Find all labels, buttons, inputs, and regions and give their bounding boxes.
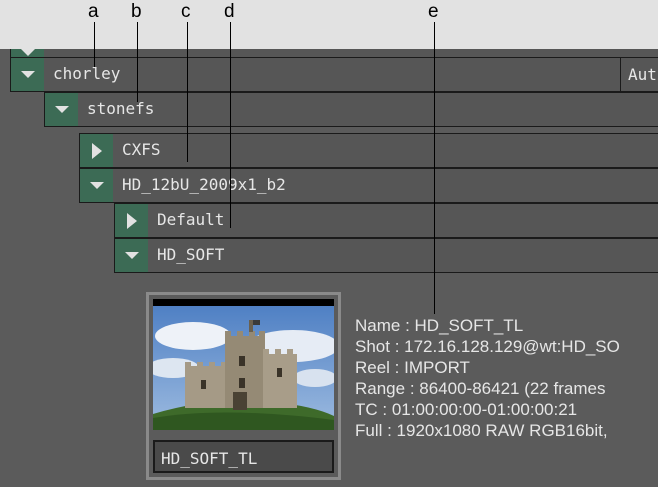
- library-browser: chorley Aut stonefs CXFS HD_12bU_2009x1_…: [0, 49, 658, 487]
- clip-name: HD_SOFT_TL: [161, 449, 258, 468]
- clip-info-name: Name : HD_SOFT_TL: [355, 316, 524, 335]
- clip-info-tc: TC : 01:00:00:00-01:00:00:21: [355, 400, 578, 419]
- clip-info-range: Range : 86400-86421 (22 frames: [355, 379, 606, 398]
- clip-info-panel: Name : HD_SOFT_TL Shot : 172.16.128.129@…: [355, 315, 658, 441]
- collapse-toggle-stonefs[interactable]: [45, 93, 78, 126]
- tree-row-label-default: Default: [157, 210, 225, 229]
- column-value-chorley: Aut: [628, 65, 657, 84]
- tree-row-hdsoft[interactable]: HD_SOFT: [114, 238, 658, 273]
- triangle-down-icon: [54, 106, 69, 113]
- clip-info-shot: Shot : 172.16.128.129@wt:HD_SO: [355, 337, 620, 356]
- thumbnail-bar: [153, 299, 334, 306]
- callout-band: a b c d e: [0, 0, 658, 49]
- tree-row-label-hd12bu: HD_12bU_2009x1_b2: [122, 175, 286, 194]
- tree-row-label-cxfs: CXFS: [122, 140, 161, 159]
- clip-info-full: Full : 1920x1080 RAW RGB16bit,: [355, 421, 608, 440]
- callout-line-c: [187, 22, 188, 162]
- tree-row-hd12bu[interactable]: HD_12bU_2009x1_b2: [79, 168, 658, 203]
- callout-letter-b: b: [131, 1, 142, 22]
- tree-row-cxfs[interactable]: CXFS: [79, 133, 658, 168]
- triangle-down-icon: [20, 71, 35, 78]
- tree-row-default[interactable]: Default: [114, 203, 658, 238]
- triangle-right-icon: [126, 212, 137, 229]
- callout-line-b: [137, 22, 138, 102]
- tree-row-label-stonefs: stonefs: [87, 99, 155, 118]
- clip-name-box[interactable]: HD_SOFT_TL: [153, 440, 334, 473]
- callout-line-e: [434, 22, 435, 314]
- clip-info-reel: Reel : IMPORT: [355, 358, 470, 377]
- collapse-toggle-hdsoft[interactable]: [115, 239, 148, 272]
- expand-toggle-cxfs[interactable]: [80, 134, 113, 167]
- triangle-right-icon: [91, 142, 102, 159]
- callout-letter-c: c: [181, 1, 191, 22]
- expand-toggle-default[interactable]: [115, 204, 148, 237]
- callout-letter-d: d: [224, 1, 235, 22]
- clip-card[interactable]: HD_SOFT_TL: [146, 292, 341, 480]
- callout-line-d: [230, 22, 231, 228]
- castle-thumbnail[interactable]: [153, 306, 334, 430]
- triangle-down-icon: [89, 182, 104, 189]
- tree-row-label-hdsoft: HD_SOFT: [157, 245, 225, 264]
- collapse-toggle-hd12bu[interactable]: [80, 169, 113, 202]
- callout-letter-e: e: [428, 1, 439, 22]
- triangle-down-icon: [20, 49, 35, 56]
- castle-thumbnail-image: [153, 306, 334, 430]
- tree-row-label-chorley: chorley: [53, 64, 121, 83]
- column-divider: [620, 58, 621, 91]
- callout-letter-a: a: [88, 1, 99, 22]
- callout-line-a: [94, 22, 95, 67]
- triangle-down-icon: [124, 252, 139, 259]
- tree-row-chorley[interactable]: chorley Aut: [10, 57, 658, 92]
- collapse-toggle-chorley[interactable]: [11, 58, 44, 91]
